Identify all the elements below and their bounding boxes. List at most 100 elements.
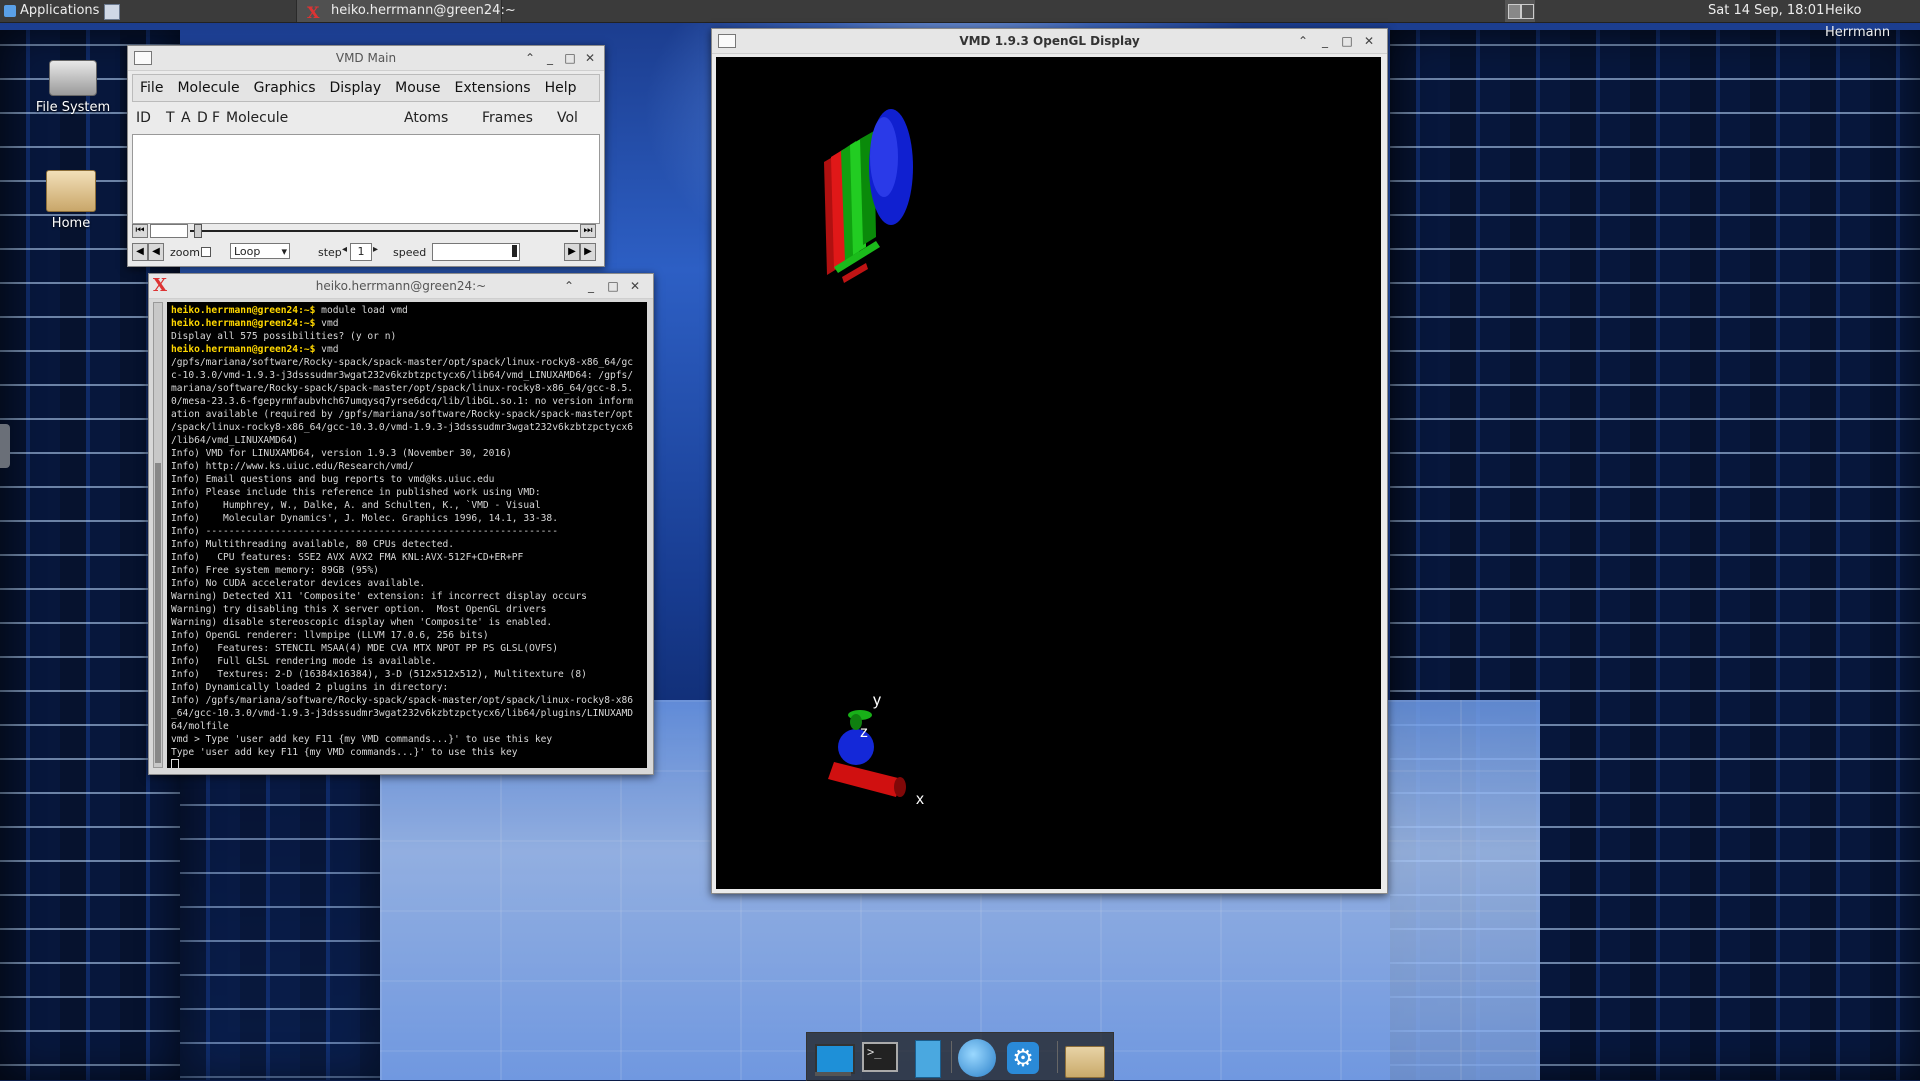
shade-button[interactable]: ⌃ [561, 278, 577, 294]
minimize-button[interactable]: _ [1317, 33, 1333, 49]
terminal-output[interactable]: heiko.herrmann@green24:~$ module load vm… [167, 302, 647, 768]
menubar: File Molecule Graphics Display Mouse Extensio… [132, 74, 600, 102]
loop-select[interactable]: Loop ▾ [230, 243, 290, 259]
terminal-line-text: Display all 575 possibilities? (y or n) [171, 331, 397, 342]
play-reverse-button[interactable]: ◀ [148, 243, 164, 261]
menu-help[interactable]: Help [538, 75, 584, 101]
step-increment-icon[interactable]: ▸ [373, 244, 378, 255]
frame-slider[interactable] [190, 230, 578, 232]
desktop-icon-home[interactable]: Home [21, 170, 121, 231]
axis-label-x: x [916, 791, 924, 808]
opengl-canvas[interactable]: y z x [716, 57, 1381, 889]
step-forward-button[interactable]: ▶ [580, 243, 596, 261]
terminal-line-text: Info) http://www.ks.uiuc.edu/Research/vm… [171, 461, 414, 472]
speed-label: speed [393, 246, 427, 259]
step-back-button[interactable]: ◀ [132, 243, 148, 261]
desktop-icon-file-system[interactable]: File System [23, 60, 123, 115]
terminal-line-text: Info) Features: STENCIL MSAA(4) MDE CVA … [171, 643, 558, 654]
titlebar[interactable]: VMD 1.9.3 OpenGL Display ⌃ _ □ ✕ [712, 29, 1387, 54]
terminal-line: Info) Full GLSL rendering mode is availa… [171, 655, 643, 668]
playback-controls: ◀ ◀ zoom Loop ▾ step ◂ 1 ▸ speed ▶ ▶ [132, 242, 598, 262]
taskbar-button-terminal[interactable]: X heiko.herrmann@green24:~ [296, 0, 516, 22]
terminal-line: heiko.herrmann@green24:~$ vmd [171, 317, 643, 330]
terminal-line-text: vmd > Type 'user add key F11 {my VMD com… [171, 734, 553, 745]
notes-plugin-icon[interactable] [104, 0, 124, 22]
clock[interactable]: Sat 14 Sep, 18:01 [1708, 0, 1824, 22]
applications-menu[interactable]: Applications ⋮ [2, 0, 121, 22]
terminal-scrollbar[interactable] [153, 302, 163, 768]
menu-file[interactable]: File [133, 75, 170, 101]
terminal-line: vmd > Type 'user add key F11 {my VMD com… [171, 733, 643, 746]
step-decrement-icon[interactable]: ◂ [342, 244, 347, 255]
frame-field[interactable] [150, 224, 188, 238]
terminal-prompt: heiko.herrmann@green24:~$ [171, 344, 316, 355]
user-menu[interactable]: Heiko Herrmann [1825, 0, 1920, 40]
applications-icon [4, 5, 16, 17]
settings-icon[interactable]: ⚙ [1003, 1038, 1043, 1078]
rewind-start-button[interactable]: ⏮ [132, 224, 148, 238]
axis-label-z: z [860, 724, 868, 741]
terminal-line: Type 'user add key F11 {my VMD commands.… [171, 746, 643, 759]
close-button[interactable]: ✕ [582, 50, 598, 66]
terminal-line: Info) Humphrey, W., Dalke, A. and Schult… [171, 499, 643, 512]
terminal-icon[interactable]: >_ [861, 1038, 901, 1078]
axes-indicator: y z x [828, 692, 924, 808]
scrollbar-thumb[interactable] [155, 463, 161, 763]
terminal-line-text: module load vmd [315, 305, 408, 316]
speed-slider[interactable] [432, 243, 520, 261]
terminal-line: Warning) disable stereoscopic display wh… [171, 616, 643, 629]
terminal-line: Info) VMD for LINUXAMD64, version 1.9.3 … [171, 447, 643, 460]
maximize-button[interactable]: □ [605, 278, 621, 294]
minimize-button[interactable]: _ [542, 50, 558, 66]
terminal-line-text: Info) OpenGL renderer: llvmpipe (LLVM 17… [171, 630, 489, 641]
molecule-list-header: ID T A D F Molecule Atoms Frames Vol [136, 110, 598, 128]
terminal-line: Info) Multithreading available, 80 CPUs … [171, 538, 643, 551]
shade-button[interactable]: ⌃ [1295, 33, 1311, 49]
molecule-list[interactable] [132, 134, 600, 224]
step-label: step [318, 246, 342, 259]
terminal-line: Warning) try disabling this X server opt… [171, 603, 643, 616]
maximize-button[interactable]: □ [562, 50, 578, 66]
side-panel-handle[interactable] [0, 424, 10, 468]
menu-mouse[interactable]: Mouse [388, 75, 447, 101]
menu-molecule[interactable]: Molecule [170, 75, 246, 101]
terminal-line: mariana/software/Rocky-spack/spack-maste… [171, 382, 643, 395]
zoom-checkbox[interactable] [201, 247, 211, 257]
minimize-button[interactable]: _ [583, 278, 599, 294]
maximize-button[interactable]: □ [1339, 33, 1355, 49]
window-title: VMD 1.9.3 OpenGL Display [959, 34, 1140, 48]
play-forward-button[interactable]: ▶ [564, 243, 580, 261]
titlebar[interactable]: X heiko.herrmann@green24:~ ⌃ _ □ ✕ [149, 274, 653, 299]
drive-icon [49, 60, 97, 96]
terminal-line-text: /gpfs/mariana/software/Rocky-spack/spack… [171, 357, 634, 368]
terminal-line-text: Info) Full GLSL rendering mode is availa… [171, 656, 437, 667]
terminal-line-text: _64/gcc-10.3.0/vmd-1.9.3-j3dsssudmr3wgat… [171, 708, 634, 719]
step-field[interactable]: 1 [350, 243, 372, 261]
frame-slider-handle[interactable] [194, 224, 202, 238]
col-vol: Vol [557, 110, 578, 126]
terminal-line-text: /lib64/vmd_LINUXAMD64) [171, 435, 299, 446]
forward-end-button[interactable]: ⏭ [580, 224, 596, 238]
workspace-switcher[interactable] [1505, 0, 1535, 22]
terminal-line: Display all 575 possibilities? (y or n) [171, 330, 643, 343]
folder-icon[interactable] [1063, 1038, 1105, 1078]
show-desktop-icon[interactable] [813, 1038, 855, 1078]
file-manager-icon[interactable] [907, 1038, 947, 1078]
terminal-line-text: ation available (required by /gpfs/maria… [171, 409, 634, 420]
menu-extensions[interactable]: Extensions [448, 75, 538, 101]
terminal-line-text: Info) Free system memory: 89GB (95%) [171, 565, 379, 576]
terminal-line: c-10.3.0/vmd-1.9.3-j3dsssudmr3wgat232v6k… [171, 369, 643, 382]
titlebar[interactable]: VMD Main ⌃ _ □ ✕ [128, 46, 604, 71]
menu-display[interactable]: Display [323, 75, 389, 101]
timeline: ⏮ ⏭ [132, 224, 598, 240]
close-button[interactable]: ✕ [1361, 33, 1377, 49]
speed-slider-handle[interactable] [512, 245, 517, 257]
web-browser-icon[interactable] [957, 1038, 997, 1078]
close-button[interactable]: ✕ [627, 278, 643, 294]
terminal-line-text: Info) Email questions and bug reports to… [171, 474, 495, 485]
menu-graphics[interactable]: Graphics [247, 75, 323, 101]
shade-button[interactable]: ⌃ [522, 50, 538, 66]
terminal-line: /spack/linux-rocky8-x86_64/gcc-10.3.0/vm… [171, 421, 643, 434]
col-f: F [212, 110, 221, 126]
col-a: A [181, 110, 191, 126]
